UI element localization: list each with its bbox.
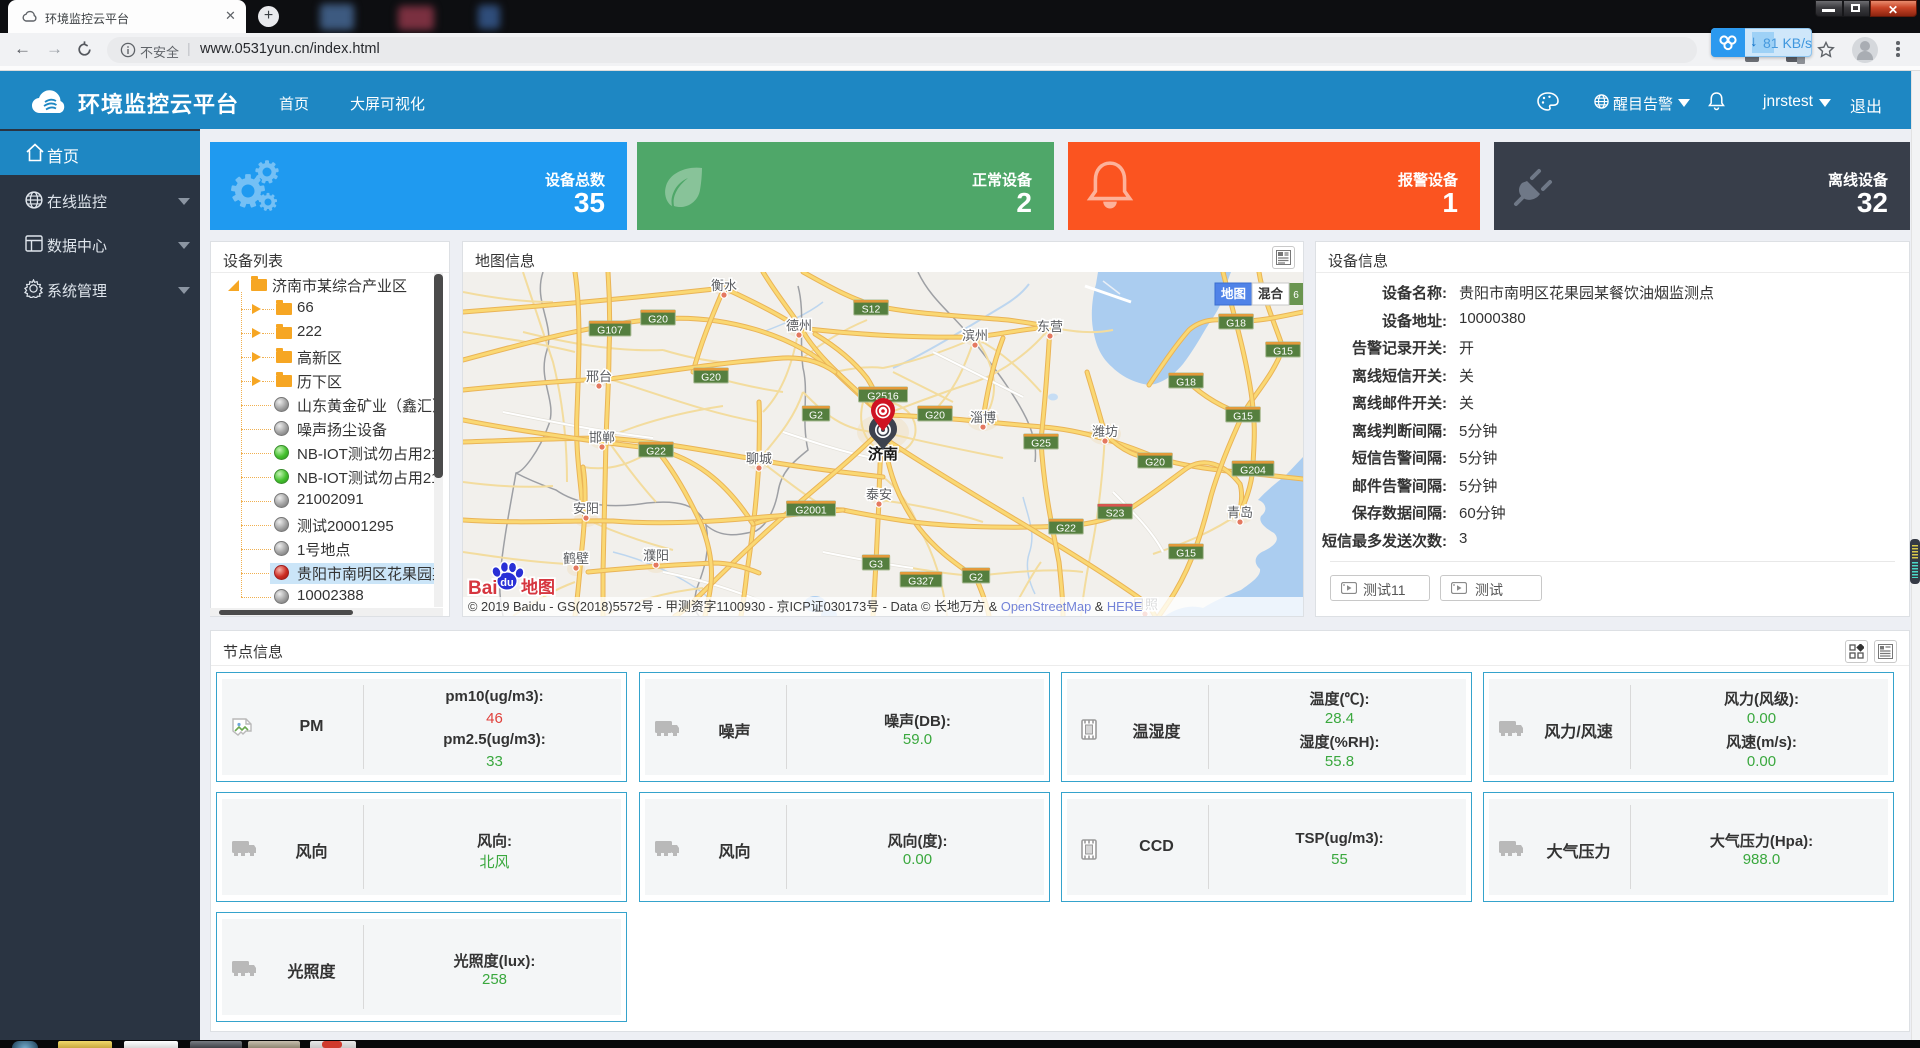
svg-text:聊城: 聊城	[746, 451, 772, 466]
svg-text:Bai: Bai	[468, 578, 498, 599]
svg-text:G2: G2	[809, 410, 823, 422]
svg-text:邯郸: 邯郸	[589, 430, 615, 445]
svg-text:地图: 地图	[521, 577, 555, 597]
svg-text:潍坊: 潍坊	[1092, 424, 1118, 439]
svg-text:G15: G15	[1176, 548, 1196, 560]
svg-text:G327: G327	[908, 576, 934, 588]
svg-text:邢台: 邢台	[586, 369, 612, 384]
svg-text:G107: G107	[597, 325, 623, 337]
svg-text:安阳: 安阳	[573, 501, 599, 516]
svg-text:G20: G20	[701, 372, 721, 384]
svg-text:淄博: 淄博	[970, 410, 996, 425]
svg-text:S23: S23	[1106, 508, 1125, 520]
svg-text:地图: 地图	[1221, 286, 1246, 301]
svg-text:G18: G18	[1226, 318, 1246, 330]
svg-text:du: du	[500, 577, 513, 589]
svg-text:衡水: 衡水	[711, 278, 737, 293]
svg-text:濮阳: 濮阳	[643, 548, 669, 563]
svg-text:G15: G15	[1233, 411, 1253, 423]
svg-text:G3: G3	[869, 559, 883, 571]
svg-text:东营: 东营	[1037, 319, 1063, 334]
svg-text:滨州: 滨州	[962, 328, 988, 343]
svg-text:G20: G20	[1145, 457, 1165, 469]
svg-text:G20: G20	[925, 410, 945, 422]
svg-text:G2: G2	[969, 572, 983, 584]
svg-text:鹤壁: 鹤壁	[563, 551, 589, 566]
svg-text:混合: 混合	[1258, 286, 1284, 301]
svg-text:G204: G204	[1240, 465, 1266, 477]
svg-text:G25: G25	[1031, 438, 1051, 450]
svg-text:S12: S12	[862, 304, 881, 316]
svg-text:© 2019 Baidu - GS(2018)5572号 -: © 2019 Baidu - GS(2018)5572号 - 甲测资字11009…	[468, 599, 1142, 614]
svg-text:G22: G22	[646, 446, 666, 458]
svg-text:G15: G15	[1273, 346, 1293, 358]
svg-text:G20: G20	[648, 314, 668, 326]
svg-text:G18: G18	[1176, 377, 1196, 389]
svg-text:G2001: G2001	[795, 505, 827, 517]
svg-text:G22: G22	[1056, 523, 1076, 535]
svg-text:青岛: 青岛	[1227, 505, 1253, 520]
svg-text:泰安: 泰安	[866, 487, 892, 502]
svg-text:德州: 德州	[786, 318, 812, 333]
svg-text:6: 6	[1293, 290, 1299, 301]
